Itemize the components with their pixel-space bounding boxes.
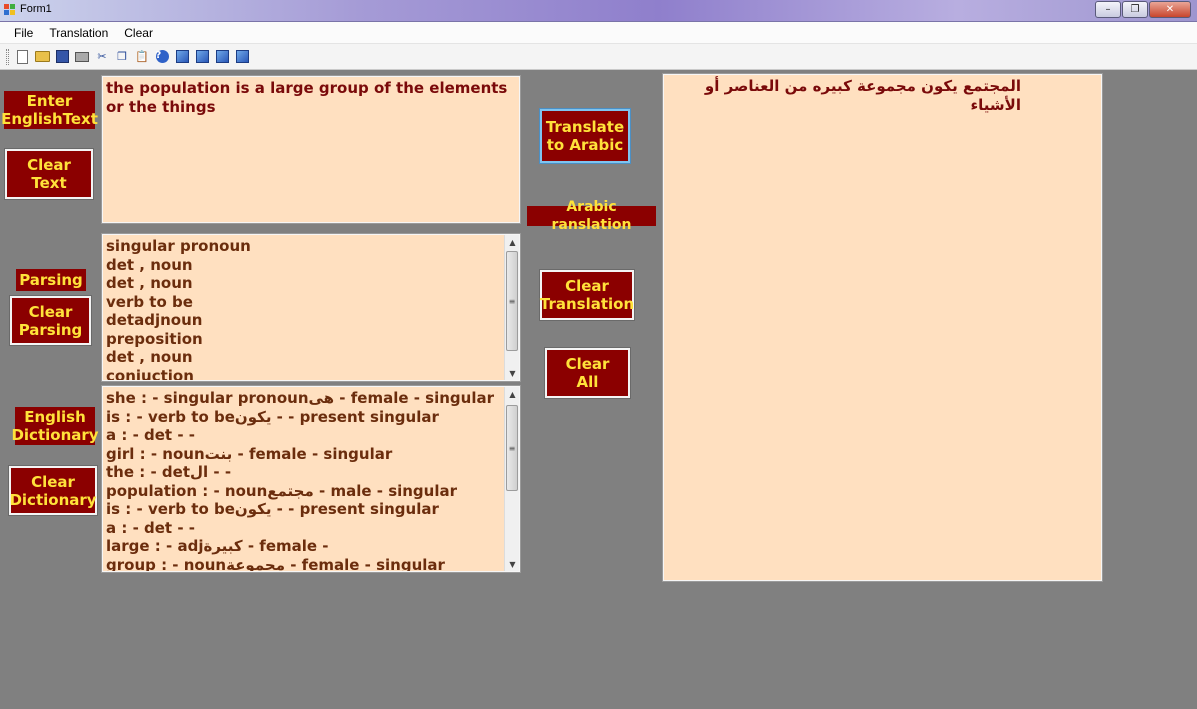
scroll-up-arrow-icon[interactable]: ▲ xyxy=(505,235,519,249)
clear-parsing-button[interactable]: Clear Parsing xyxy=(10,296,91,345)
open-folder-icon[interactable] xyxy=(34,49,50,65)
dictionary-line: she : - singular pronounهى - female - si… xyxy=(106,389,495,407)
clear-dictionary-button[interactable]: Clear Dictionary xyxy=(9,466,97,515)
clear-text-button[interactable]: Clear Text xyxy=(5,149,93,199)
parsing-line: det , noun xyxy=(106,348,193,366)
parsing-listbox[interactable]: singular pronoun det , noun det , noun v… xyxy=(102,234,520,381)
scroll-thumb[interactable]: ≡ xyxy=(506,405,518,491)
enter-english-text-label: Enter EnglishText xyxy=(1,91,98,129)
toolbar: ✂ ❐ 📋 ? xyxy=(0,44,1197,70)
translate-to-arabic-button[interactable]: Translate to Arabic xyxy=(540,109,630,163)
dictionary-line: a : - det - - xyxy=(106,426,195,444)
app-icon xyxy=(4,4,16,16)
menu-file[interactable]: File xyxy=(6,26,41,40)
copy-icon[interactable]: ❐ xyxy=(114,49,130,65)
dictionary-scrollbar[interactable]: ▲ ≡ ▼ xyxy=(504,387,519,571)
english-dictionary-label: English Dictionary xyxy=(11,407,99,445)
menu-clear[interactable]: Clear xyxy=(116,26,161,40)
dictionary-line: large : - adjكبيرة - female - xyxy=(106,537,329,555)
parsing-line: preposition xyxy=(106,329,203,348)
parsing-line: verb to be xyxy=(106,292,193,311)
help-icon[interactable]: ? xyxy=(154,49,170,65)
dictionary-line: is : - verb to beيكون - - present singul… xyxy=(106,500,439,518)
scroll-down-arrow-icon[interactable]: ▼ xyxy=(505,366,519,380)
scroll-down-arrow-icon[interactable]: ▼ xyxy=(505,557,519,571)
dictionary-line: a : - det - - xyxy=(106,518,195,537)
scroll-up-arrow-icon[interactable]: ▲ xyxy=(505,387,519,401)
scroll-thumb[interactable]: ≡ xyxy=(506,251,518,351)
parsing-line: singular pronoun xyxy=(106,237,251,255)
paste-icon[interactable]: 📋 xyxy=(134,49,150,65)
menu-translation[interactable]: Translation xyxy=(41,26,116,40)
arabic-translation-label: Arabic ranslation xyxy=(527,199,656,233)
clear-all-button[interactable]: Clear All xyxy=(545,348,630,398)
image-icon[interactable] xyxy=(214,49,230,65)
minimize-button[interactable]: – xyxy=(1095,1,1121,18)
window-title: Form1 xyxy=(20,3,52,15)
menu-bar: File Translation Clear xyxy=(0,22,1197,44)
parsing-line: conjuction xyxy=(106,366,194,381)
english-text-value: the population is a large group of the e… xyxy=(106,79,508,116)
parsing-line: det , noun xyxy=(106,274,193,292)
save-icon[interactable] xyxy=(54,49,70,65)
dictionary-listbox[interactable]: she : - singular pronounهى - female - si… xyxy=(102,386,520,572)
parsing-line: detadjnoun xyxy=(106,311,203,329)
restore-button[interactable]: ❐ xyxy=(1122,1,1148,18)
arabic-text-value: المجتمع يكون مجموعة كبيره من العناصر أو … xyxy=(704,77,1021,114)
image-icon[interactable] xyxy=(174,49,190,65)
image-icon[interactable] xyxy=(234,49,250,65)
dictionary-line: the : - detال - - xyxy=(106,463,232,481)
english-text-input[interactable]: the population is a large group of the e… xyxy=(102,76,520,223)
cut-icon[interactable]: ✂ xyxy=(94,49,110,65)
parsing-line: det , noun xyxy=(106,255,193,274)
clear-translation-button[interactable]: Clear Translation xyxy=(540,270,634,320)
new-file-icon[interactable] xyxy=(14,49,30,65)
image-icon[interactable] xyxy=(194,49,210,65)
print-icon[interactable] xyxy=(74,49,90,65)
arabic-translation-output[interactable]: المجتمع يكون مجموعة كبيره من العناصر أو … xyxy=(663,74,1102,581)
toolbar-grip[interactable] xyxy=(6,48,9,65)
dictionary-line: is : - verb to beيكون - - present singul… xyxy=(106,407,439,426)
dictionary-line: population : - nounمجتمع - male - singul… xyxy=(106,481,458,500)
parsing-scrollbar[interactable]: ▲ ≡ ▼ xyxy=(504,235,519,380)
close-button[interactable]: ✕ xyxy=(1149,1,1191,18)
dictionary-line: girl : - nounبنت - female - singular xyxy=(106,444,393,463)
dictionary-line: group : - nounمجموعة - female - singular xyxy=(106,555,445,572)
parsing-label: Parsing xyxy=(16,269,86,291)
title-bar: Form1 – ❐ ✕ xyxy=(0,0,1197,22)
